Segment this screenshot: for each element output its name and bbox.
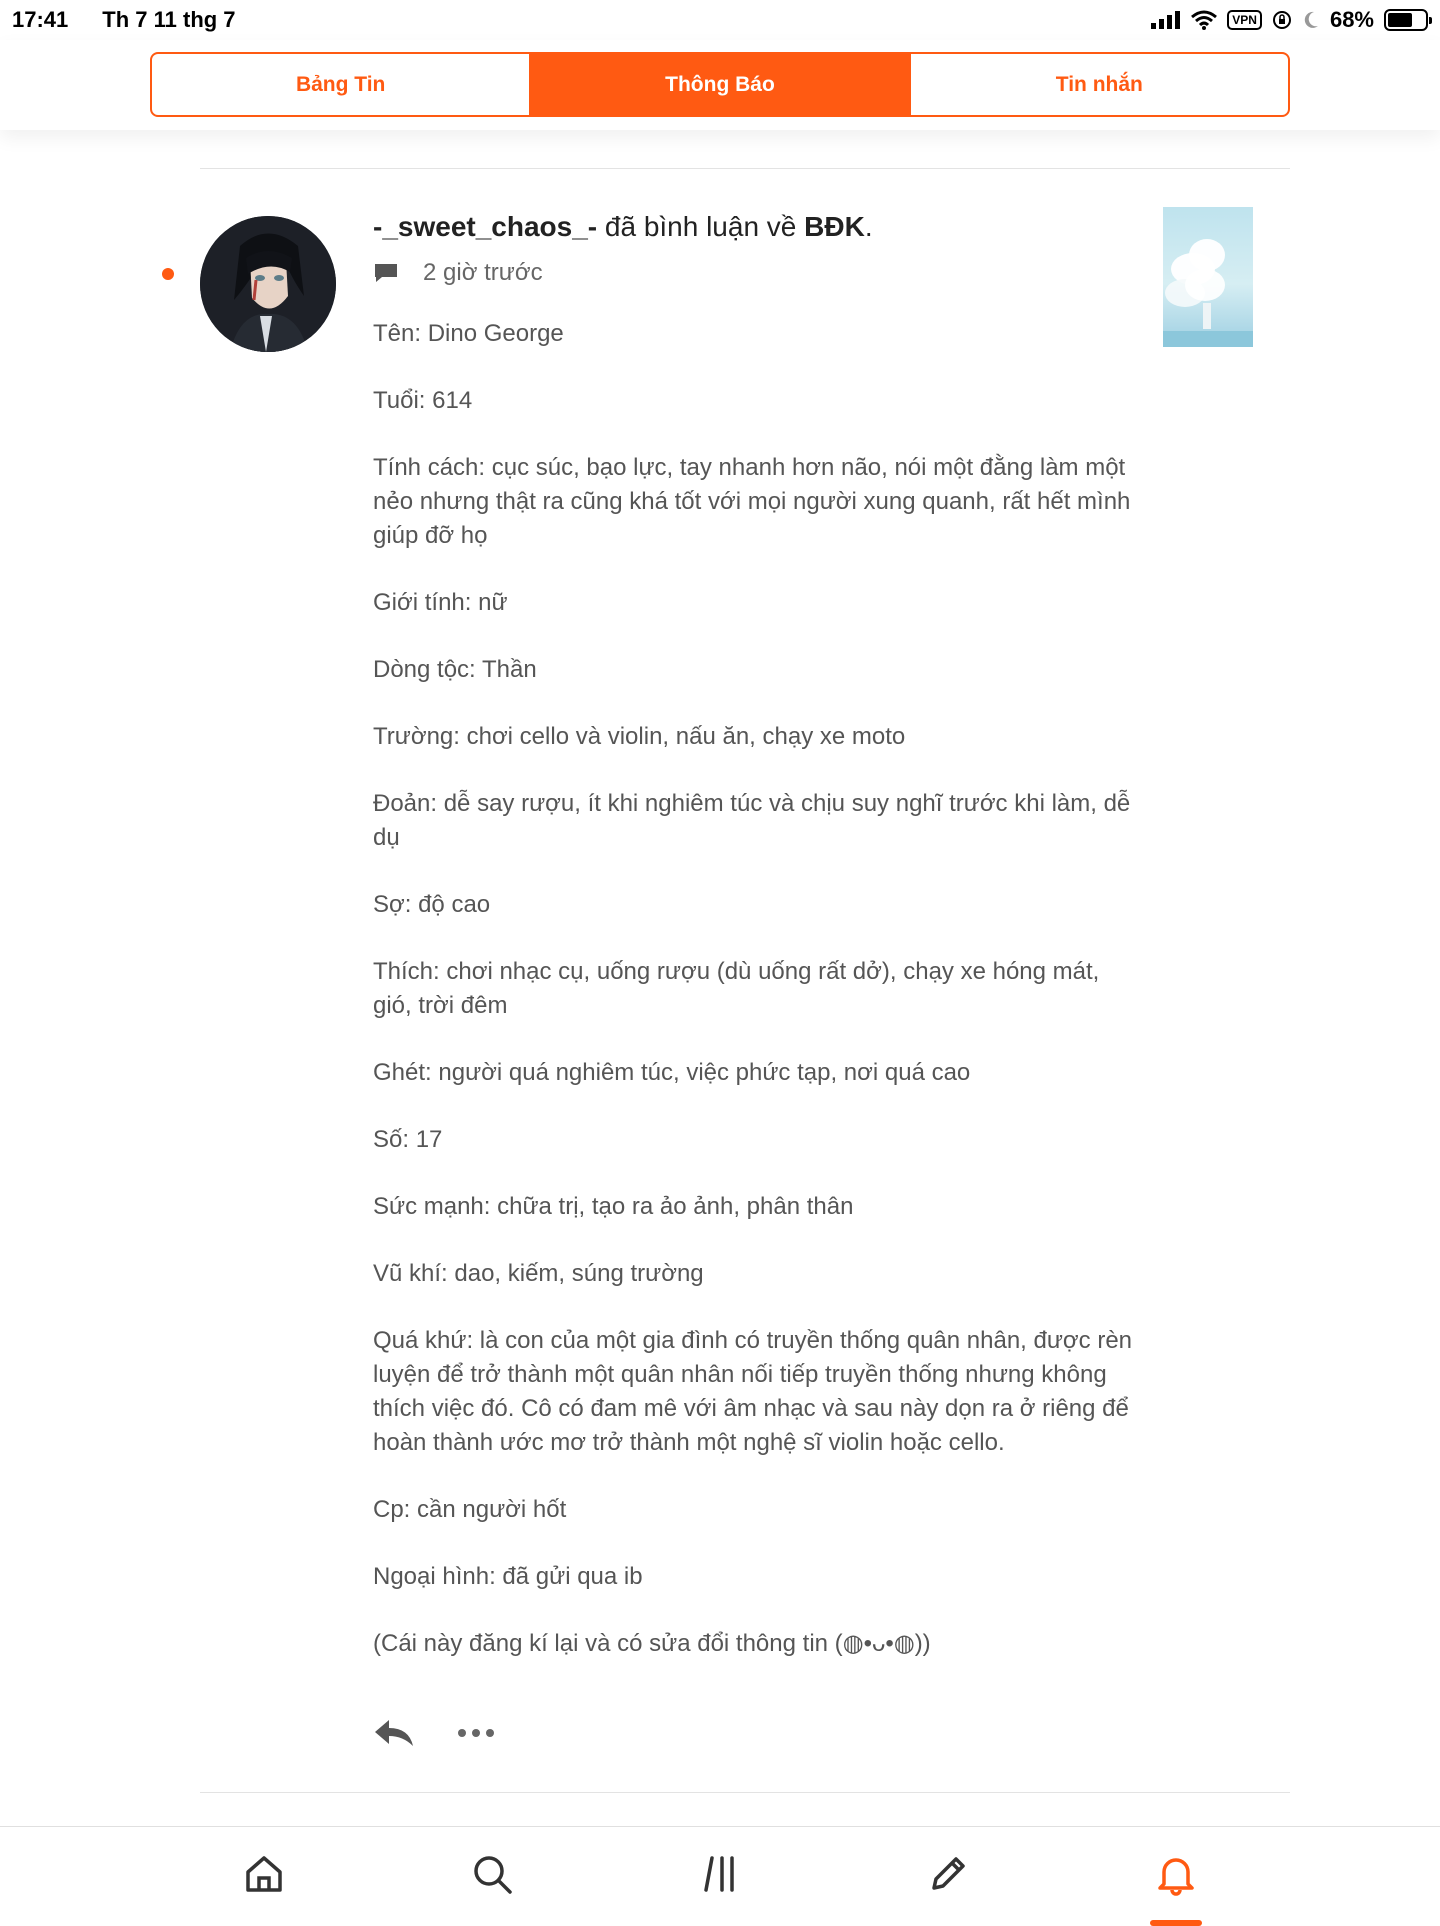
nav-write[interactable] [920,1846,976,1902]
comment-paragraph: Giới tính: nữ [373,589,508,616]
signal-icon [1151,11,1181,29]
action-text: đã bình luận về [597,211,805,242]
comment-paragraph: Tên: Dino George [373,320,564,347]
headline-end: . [864,211,873,242]
comment-paragraph: Tính cách: cục súc, bạo lực, tay nhanh h… [373,454,1131,549]
nav-search[interactable] [464,1846,520,1902]
unread-dot [162,268,174,280]
time-ago: 2 giờ trước [423,259,543,286]
nav-home[interactable] [236,1846,292,1902]
tab-messages[interactable]: Tin nhắn [908,54,1288,115]
notification-content: -_sweet_chaos_- đã bình luận về BĐK. 2 g… [373,205,1133,1694]
comment-paragraph: Đoản: dễ say rượu, ít khi nghiêm túc và … [373,790,1131,851]
comment-paragraph: Tuổi: 614 [373,387,473,414]
notification-meta: 2 giờ trước [373,253,1133,293]
search-icon [474,1855,512,1894]
comment-paragraph: Cp: cần người hốt [373,1496,567,1523]
write-icon [932,1856,965,1890]
notification-headline[interactable]: -_sweet_chaos_- đã bình luận về BĐK. [373,205,1133,249]
reply-icon[interactable] [373,1718,415,1748]
divider [200,1792,1290,1793]
tab-notifications[interactable]: Thông Báo [529,54,909,115]
comment-body: Tên: Dino George Tuổi: 614 Tính cách: cụ… [373,317,1133,1661]
tab-bar: Bảng Tin Thông Báo Tin nhắn [150,52,1290,117]
comment-paragraph: Vũ khí: dao, kiếm, súng trường [373,1260,704,1287]
comment-paragraph: Số: 17 [373,1126,443,1153]
tab-news-feed[interactable]: Bảng Tin [152,54,529,115]
divider [200,168,1290,169]
comment-icon [375,264,397,282]
battery-percent: 68% [1329,7,1374,32]
comment-paragraph: (Cái này đăng kí lại và có sửa đổi thông… [373,1630,931,1657]
status-date: Th 7 11 thg 7 [102,7,236,32]
comment-paragraph: Sợ: độ cao [373,891,491,918]
notifications-icon [1158,1857,1194,1896]
comment-paragraph: Sức mạnh: chữa trị, tạo ra ảo ảnh, phân … [373,1193,854,1220]
vpn-badge: VPN [1227,10,1262,30]
library-icon [704,1855,734,1892]
status-time: 17:41 [12,7,69,32]
comment-paragraph: Dòng tộc: Thần [373,656,537,683]
comment-paragraph: Ghét: người quá nghiêm túc, việc phức tạ… [373,1059,971,1086]
wifi-icon [1191,10,1218,30]
story-title[interactable]: BĐK [804,211,865,242]
status-bar: 17:41 Th 7 11 thg 7 VPN 68% [0,0,1440,40]
story-thumbnail[interactable] [1163,207,1253,347]
tab-label: Tin nhắn [1055,72,1143,96]
comment-paragraph: Ngoại hình: đã gửi qua ib [373,1563,643,1590]
tab-label: Thông Báo [665,72,775,96]
more-icon[interactable] [457,1728,495,1738]
comment-paragraph: Quá khứ: là con của một gia đình có truy… [373,1327,1133,1456]
comment-paragraph: Thích: chơi nhạc cụ, uống rượu (dù uống … [373,958,1100,1019]
username[interactable]: -_sweet_chaos_- [373,211,597,242]
avatar[interactable] [200,216,336,352]
comment-actions [373,1718,495,1748]
tab-label: Bảng Tin [295,72,386,96]
moon-icon [1304,11,1318,28]
nav-notifications[interactable] [1148,1846,1204,1926]
nav-library[interactable] [692,1846,748,1902]
rotation-lock-icon [1272,11,1291,29]
home-icon [246,1855,282,1892]
battery-icon [1384,9,1432,31]
bottom-nav [0,1826,1440,1926]
comment-paragraph: Trường: chơi cello và violin, nấu ăn, ch… [373,723,906,750]
